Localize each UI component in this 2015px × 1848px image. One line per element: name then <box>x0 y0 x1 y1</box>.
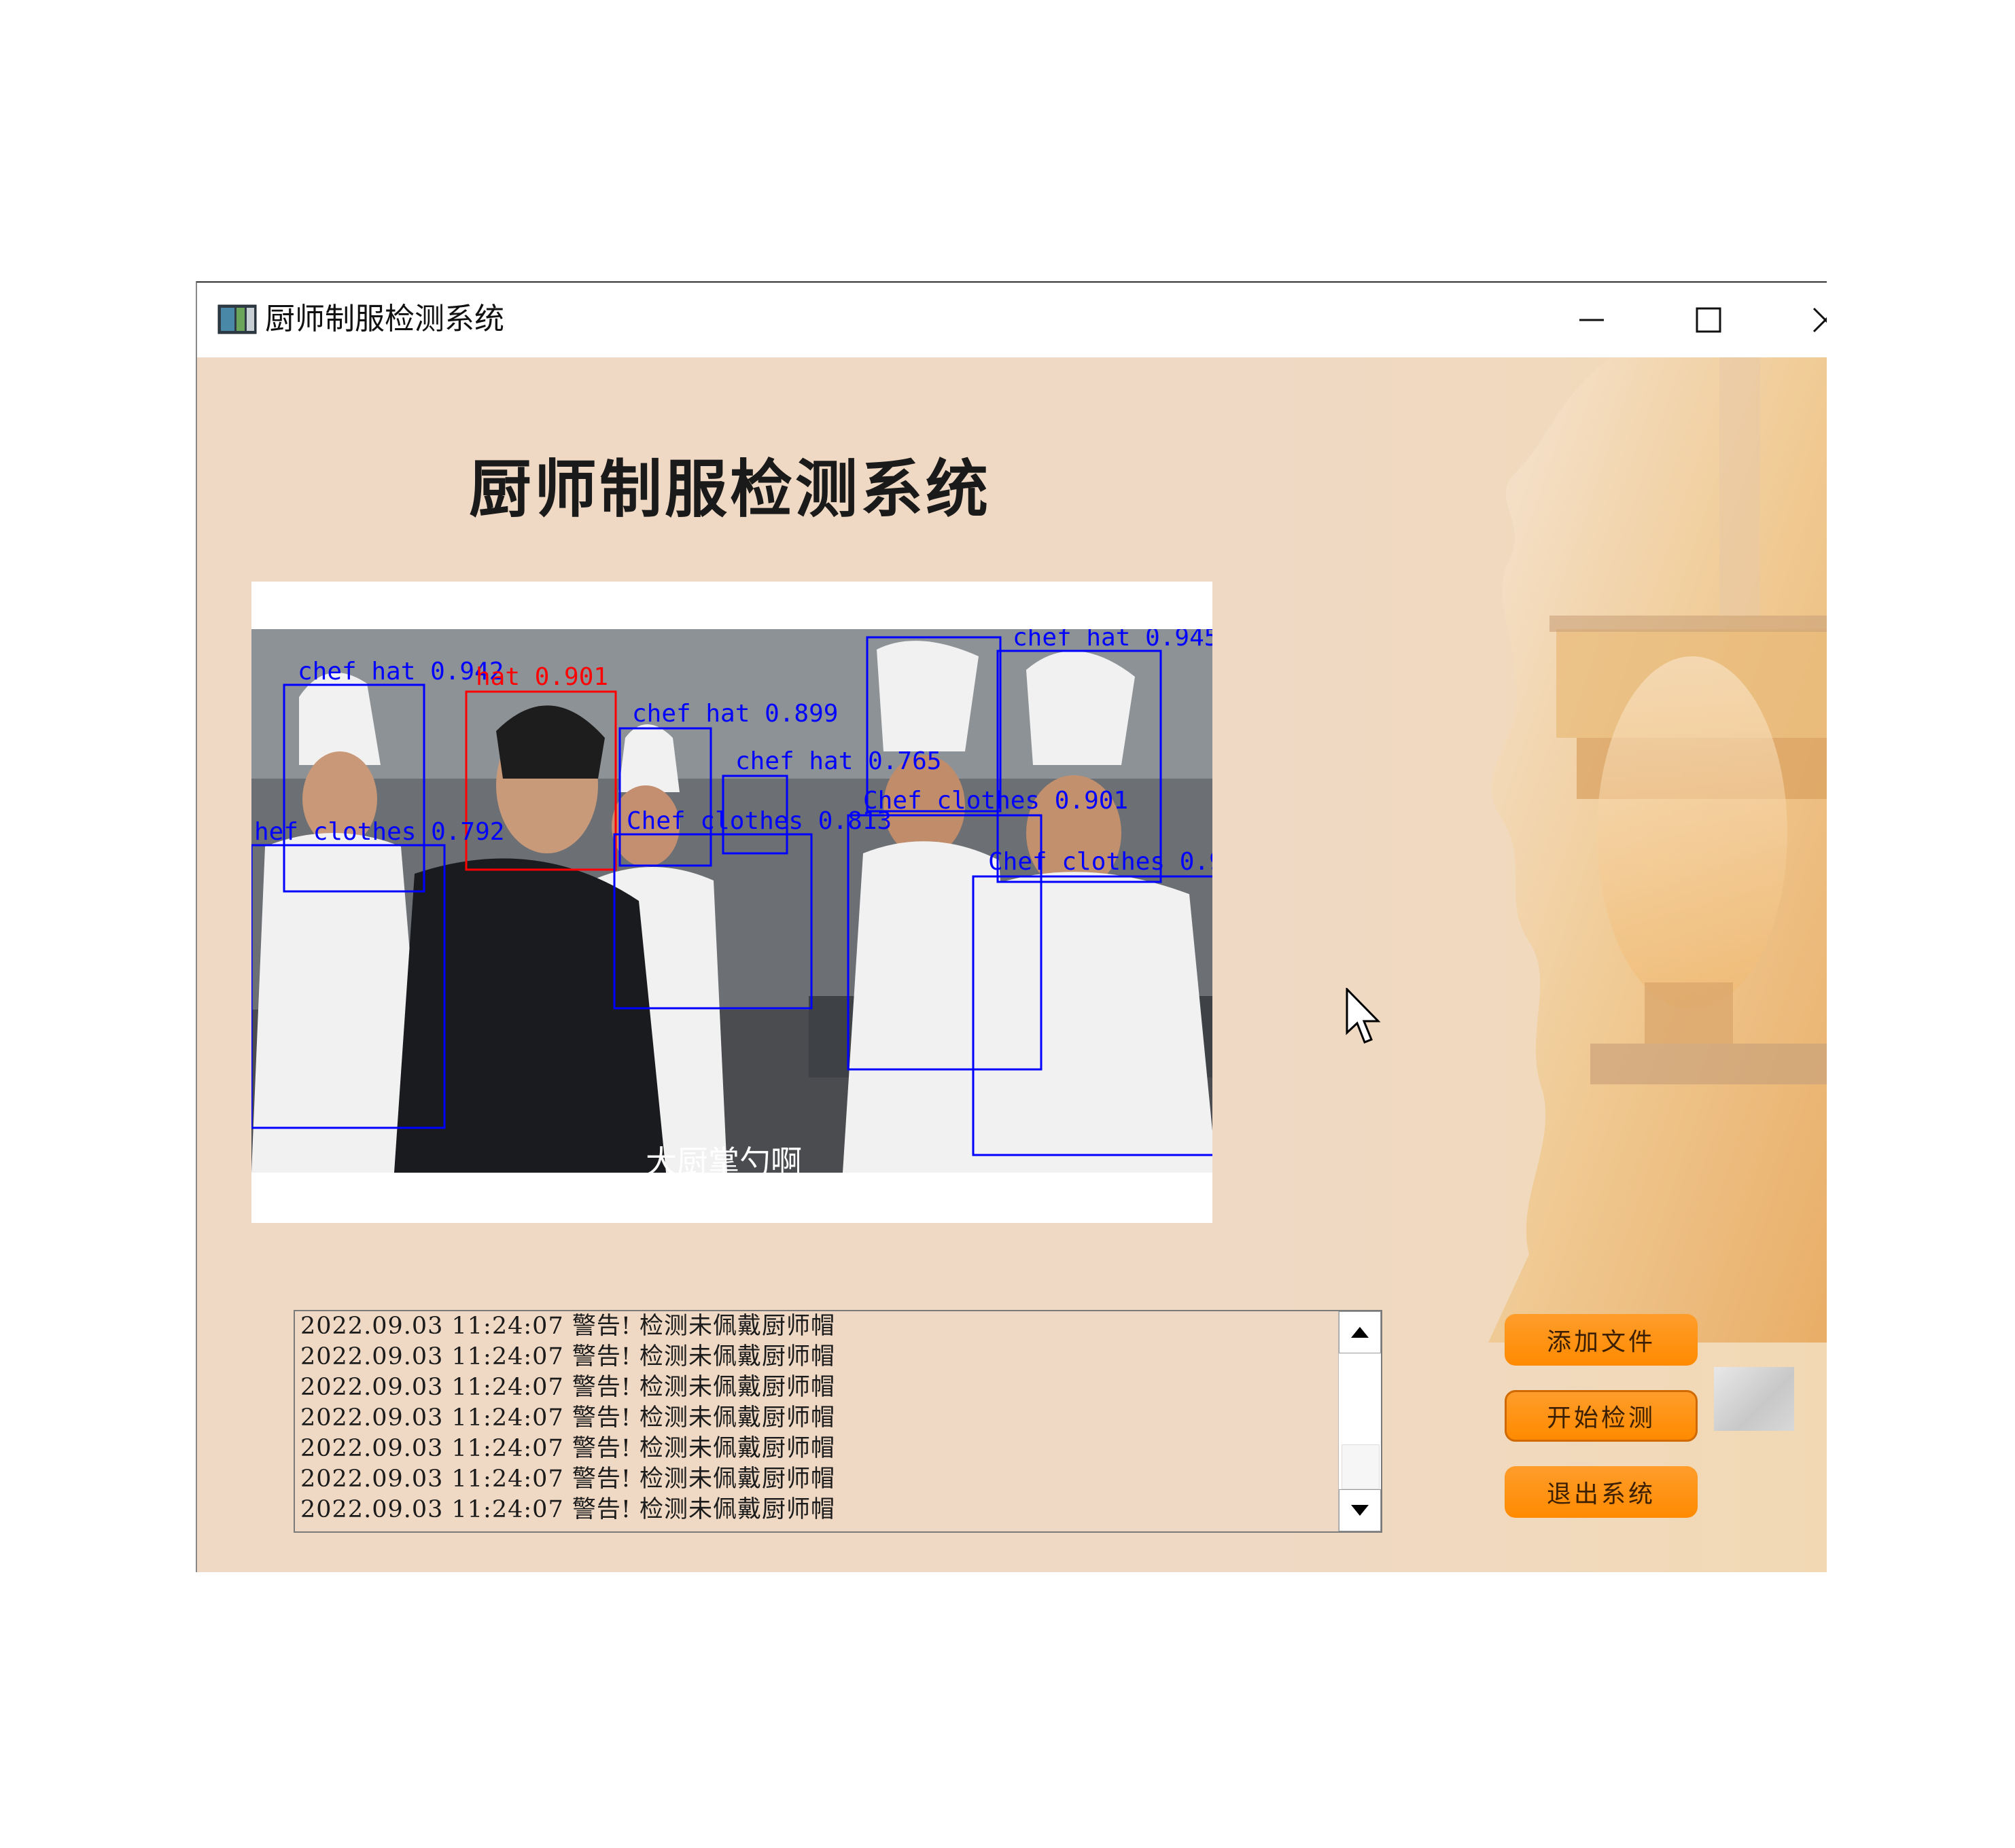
scroll-up-button[interactable] <box>1339 1311 1381 1353</box>
arrow-up-icon <box>1351 1327 1369 1338</box>
minimize-button[interactable] <box>1564 296 1619 344</box>
detection-label: Chef clothes 0.901 <box>863 787 1128 815</box>
arrow-down-icon <box>1351 1505 1369 1516</box>
detection-label: chef hat 0.899 <box>632 700 838 728</box>
video-subtitle: 大厨掌勺啊 <box>646 1143 802 1173</box>
video-display: 大厨掌勺啊 chef hat 0.942 hat 0.901 chef hat … <box>251 582 1212 1223</box>
detection-label: hef clothes 0.792 <box>254 818 504 846</box>
log-line: 2022.09.03 11:24:07 警告! 检测未佩戴厨师帽 <box>300 1313 836 1340</box>
window-title: 厨师制服检测系统 <box>265 302 504 336</box>
log-line: 2022.09.03 11:24:07 警告! 检测未佩戴厨师帽 <box>300 1465 836 1493</box>
close-button[interactable] <box>1798 296 1827 344</box>
maximize-button[interactable] <box>1681 296 1736 344</box>
log-textarea[interactable]: 2022.09.03 11:24:07 警告! 检测未佩戴厨师帽 2022.09… <box>294 1310 1382 1533</box>
minimize-icon <box>1579 319 1604 321</box>
log-line: 2022.09.03 11:24:07 警告! 检测未佩戴厨师帽 <box>300 1435 836 1462</box>
close-icon <box>1812 307 1827 333</box>
log-scrollbar[interactable] <box>1338 1311 1381 1531</box>
video-frame: 大厨掌勺啊 chef hat 0.942 hat 0.901 chef hat … <box>251 629 1212 1173</box>
log-line: 2022.09.03 11:24:07 警告! 检测未佩戴厨师帽 <box>300 1404 836 1432</box>
mouse-pointer-icon <box>1346 988 1381 1044</box>
title-bar[interactable]: 厨师制服检测系统 <box>197 283 1827 357</box>
start-detect-button[interactable]: 开始检测 <box>1505 1390 1698 1442</box>
scroll-down-button[interactable] <box>1339 1489 1381 1531</box>
detection-label: hat 0.901 <box>476 663 608 691</box>
page-title: 厨师制服检测系统 <box>469 453 992 526</box>
exit-system-button[interactable]: 退出系统 <box>1505 1466 1698 1518</box>
log-line: 2022.09.03 11:24:07 警告! 检测未佩戴厨师帽 <box>300 1496 836 1523</box>
log-line: 2022.09.03 11:24:07 警告! 检测未佩戴厨师帽 <box>300 1343 836 1370</box>
detection-label: Chef clothes 0.813 <box>627 807 892 835</box>
app-window-icon <box>217 304 257 334</box>
detection-label: chef hat 0.942 <box>298 658 504 686</box>
status-indicator <box>1714 1367 1794 1431</box>
detection-label: chef hat 0.765 <box>735 747 941 775</box>
detection-frame-image: 大厨掌勺啊 chef hat 0.942 hat 0.901 chef hat … <box>251 629 1212 1173</box>
log-line: 2022.09.03 11:24:07 警告! 检测未佩戴厨师帽 <box>300 1374 836 1401</box>
detection-label: Chef clothes 0.9 <box>988 848 1212 876</box>
main-area: 厨师制服检测系统 大厨掌勺啊 chef hat 0.942 hat 0.901 … <box>197 357 1827 1572</box>
maximize-icon <box>1696 307 1721 333</box>
detection-label: chef hat 0.945 <box>1013 629 1212 652</box>
scroll-thumb[interactable] <box>1342 1444 1380 1489</box>
app-window: 厨师制服检测系统 厨师制服检测系统 大厨掌勺啊 chef hat 0.942 h… <box>196 281 1827 1572</box>
add-file-button[interactable]: 添加文件 <box>1505 1314 1698 1366</box>
